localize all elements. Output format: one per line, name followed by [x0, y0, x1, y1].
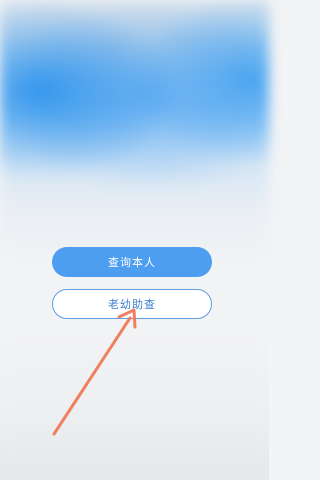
background-haze — [0, 330, 269, 480]
query-self-button[interactable]: 查询本人 — [52, 247, 212, 277]
elder-child-assist-button[interactable]: 老幼助查 — [52, 289, 212, 319]
